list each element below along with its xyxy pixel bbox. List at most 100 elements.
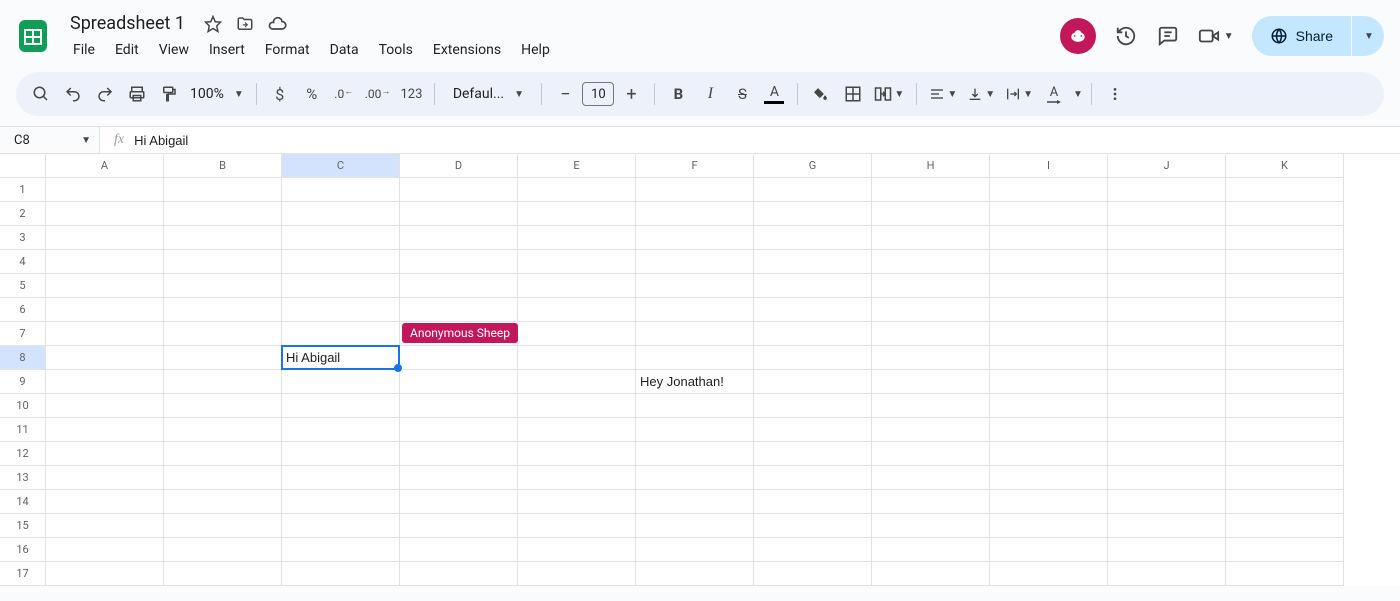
cell[interactable] <box>990 418 1108 442</box>
redo-button[interactable] <box>90 79 120 109</box>
cell[interactable] <box>46 322 164 346</box>
cell[interactable] <box>872 274 990 298</box>
cell[interactable] <box>990 178 1108 202</box>
cell[interactable] <box>282 178 400 202</box>
star-icon[interactable] <box>203 14 223 34</box>
cell[interactable] <box>636 514 754 538</box>
row-header[interactable]: 16 <box>0 538 46 562</box>
cell[interactable] <box>1226 178 1344 202</box>
cell[interactable] <box>754 370 872 394</box>
cell[interactable] <box>400 514 518 538</box>
cell[interactable] <box>636 394 754 418</box>
cell[interactable] <box>46 274 164 298</box>
cell[interactable] <box>754 274 872 298</box>
cell[interactable] <box>46 466 164 490</box>
cell[interactable] <box>872 226 990 250</box>
cell[interactable] <box>46 250 164 274</box>
column-header[interactable]: H <box>872 154 990 178</box>
cell[interactable] <box>990 322 1108 346</box>
row-header[interactable]: 2 <box>0 202 46 226</box>
row-header[interactable]: 9 <box>0 370 46 394</box>
cell[interactable] <box>754 466 872 490</box>
cell[interactable] <box>872 250 990 274</box>
cell[interactable] <box>1226 514 1344 538</box>
column-header[interactable]: E <box>518 154 636 178</box>
currency-button[interactable]: $ <box>265 79 295 109</box>
cell[interactable] <box>164 226 282 250</box>
cell[interactable] <box>164 202 282 226</box>
cell[interactable] <box>164 466 282 490</box>
menu-view[interactable]: View <box>150 38 198 62</box>
cell[interactable] <box>1108 562 1226 586</box>
cell[interactable] <box>636 298 754 322</box>
cell[interactable] <box>636 466 754 490</box>
share-dropdown[interactable]: ▼ <box>1352 16 1384 56</box>
cell[interactable] <box>990 370 1108 394</box>
row-header[interactable]: 6 <box>0 298 46 322</box>
column-header[interactable]: C <box>282 154 400 178</box>
cell[interactable] <box>1226 538 1344 562</box>
cell[interactable] <box>990 298 1108 322</box>
cell[interactable] <box>164 346 282 370</box>
cell[interactable] <box>46 562 164 586</box>
cell[interactable] <box>754 298 872 322</box>
cell[interactable] <box>636 538 754 562</box>
cell[interactable] <box>1226 226 1344 250</box>
cell[interactable] <box>872 538 990 562</box>
cell[interactable] <box>46 514 164 538</box>
cell[interactable] <box>872 562 990 586</box>
cell[interactable] <box>872 490 990 514</box>
row-header[interactable]: 3 <box>0 226 46 250</box>
column-header[interactable]: G <box>754 154 872 178</box>
row-header[interactable]: 17 <box>0 562 46 586</box>
cell[interactable] <box>400 538 518 562</box>
cell[interactable] <box>990 490 1108 514</box>
cell[interactable] <box>754 322 872 346</box>
cell[interactable] <box>1226 346 1344 370</box>
cell[interactable] <box>518 322 636 346</box>
cell[interactable] <box>400 442 518 466</box>
cell[interactable] <box>518 562 636 586</box>
cell[interactable] <box>400 562 518 586</box>
cell[interactable] <box>754 250 872 274</box>
cell[interactable] <box>282 322 400 346</box>
cell[interactable] <box>400 250 518 274</box>
cell[interactable] <box>282 226 400 250</box>
meet-icon[interactable]: ▼ <box>1198 24 1234 48</box>
sheets-app-icon[interactable] <box>12 15 54 57</box>
comments-icon[interactable] <box>1156 24 1180 48</box>
bold-button[interactable]: B <box>663 79 693 109</box>
share-button[interactable]: Share <box>1252 16 1351 56</box>
increase-font-button[interactable]: + <box>616 79 646 109</box>
cell[interactable] <box>636 226 754 250</box>
row-header[interactable]: 4 <box>0 250 46 274</box>
cell[interactable] <box>400 466 518 490</box>
increase-decimal-button[interactable]: .00→ <box>361 79 395 109</box>
cell[interactable] <box>1108 538 1226 562</box>
print-button[interactable] <box>122 79 152 109</box>
cell[interactable] <box>1108 250 1226 274</box>
cell[interactable] <box>754 226 872 250</box>
history-icon[interactable] <box>1114 24 1138 48</box>
fill-color-button[interactable] <box>806 79 836 109</box>
cell[interactable] <box>46 490 164 514</box>
cell[interactable] <box>1108 418 1226 442</box>
cell[interactable] <box>518 226 636 250</box>
cell[interactable] <box>636 418 754 442</box>
cell[interactable] <box>754 490 872 514</box>
italic-button[interactable]: I <box>695 79 725 109</box>
cell[interactable] <box>164 250 282 274</box>
cell[interactable] <box>46 418 164 442</box>
menu-insert[interactable]: Insert <box>200 38 254 62</box>
cell[interactable] <box>164 298 282 322</box>
cell[interactable] <box>400 178 518 202</box>
cell[interactable] <box>282 274 400 298</box>
more-toolbar-button[interactable] <box>1100 79 1130 109</box>
cell[interactable] <box>1108 514 1226 538</box>
cell[interactable] <box>282 394 400 418</box>
column-header[interactable]: J <box>1108 154 1226 178</box>
select-all-corner[interactable] <box>0 154 46 178</box>
row-header[interactable]: 8 <box>0 346 46 370</box>
cell[interactable] <box>400 298 518 322</box>
cell[interactable] <box>1226 490 1344 514</box>
